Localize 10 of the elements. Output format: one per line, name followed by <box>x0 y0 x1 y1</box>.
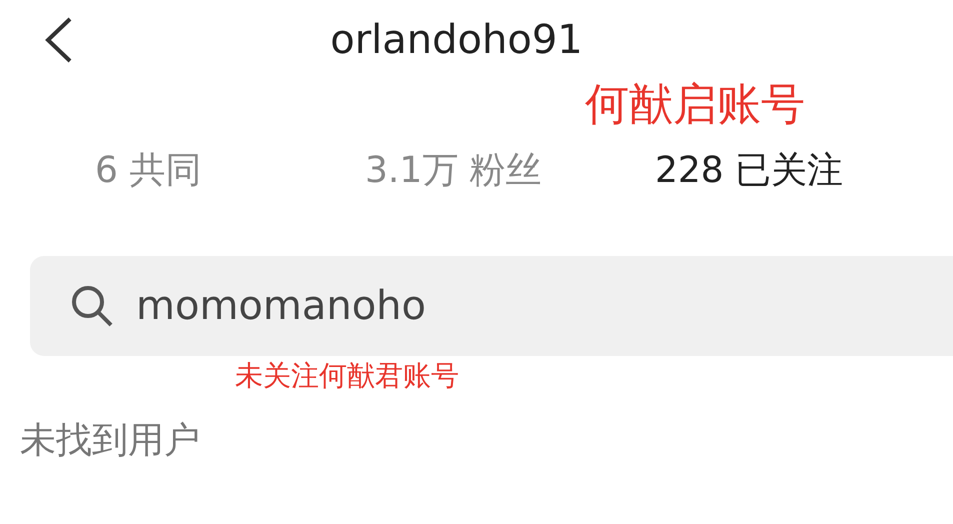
search-field[interactable]: momomanoho <box>30 256 953 356</box>
no-user-text: 未找到用户 <box>19 419 201 463</box>
stat-text[interactable]: 6 共同 <box>95 146 365 226</box>
search-text: momomanoho <box>136 283 426 329</box>
annotation-text: 何猷启账号 <box>585 80 805 130</box>
profile-title: orlandoho91 <box>329 17 584 63</box>
annotation-text: 未关注何猷君账号 <box>235 360 460 392</box>
stat-text[interactable]: 3.1万 粉丝 <box>365 146 655 226</box>
stat-text[interactable]: 228 已关注 <box>655 146 953 226</box>
search-icon <box>70 284 114 328</box>
